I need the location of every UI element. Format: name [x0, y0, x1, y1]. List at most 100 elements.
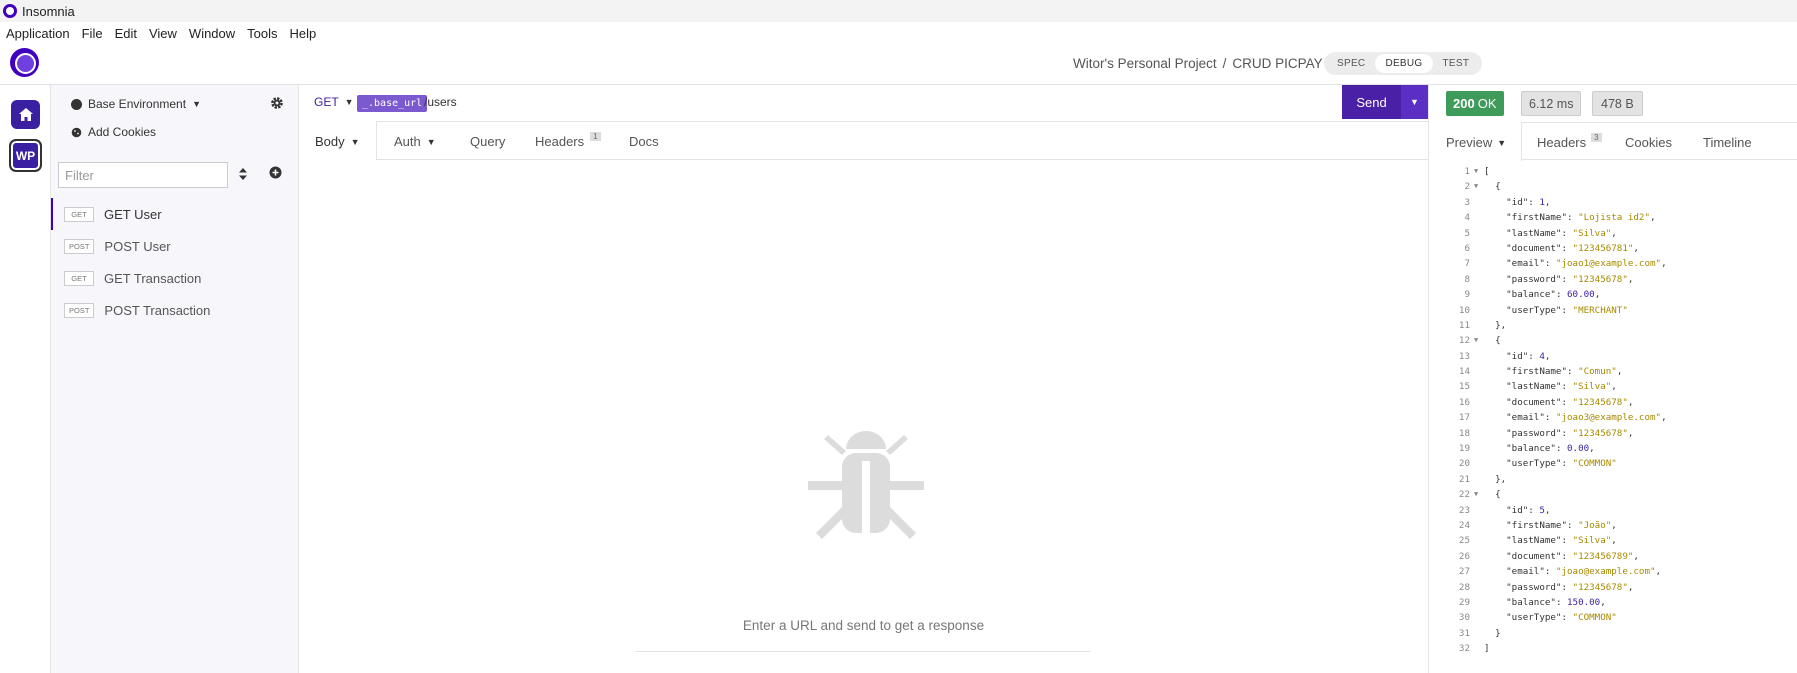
json-value: "MERCHANT": [1572, 304, 1628, 316]
response-body-viewer[interactable]: 1 ▼[2 ▼ {3 "id": 1, 4 "firstName": "Lojista…: [1429, 164, 1797, 664]
json-value: "COMMON": [1572, 458, 1617, 470]
json-property: "firstName": "Comun",: [1506, 366, 1623, 378]
code-line: 8 "password": "12345678",: [1429, 272, 1797, 287]
menu-application[interactable]: Application: [0, 26, 76, 41]
json-property: "lastName": "Silva",: [1506, 227, 1617, 239]
method-select[interactable]: GET ▼: [314, 95, 354, 109]
chevron-down-icon: ▼: [426, 136, 436, 147]
json-property: "lastName": "Silva",: [1506, 535, 1617, 547]
tab-query[interactable]: Query: [470, 134, 505, 149]
json-key: "document": [1506, 550, 1562, 562]
line-number: 16: [1458, 396, 1470, 408]
mode-debug[interactable]: DEBUG: [1375, 54, 1433, 73]
line-number: 12: [1458, 335, 1470, 347]
request-item-get-transaction[interactable]: GET GET Transaction: [51, 262, 298, 294]
filter-input[interactable]: [58, 162, 228, 188]
json-key: "id": [1506, 350, 1529, 362]
send-button[interactable]: Send: [1342, 85, 1401, 119]
chevron-down-icon: ▼: [350, 136, 360, 147]
fold-toggle-icon[interactable]: ▼: [1474, 179, 1484, 194]
cookie-icon: [71, 127, 82, 137]
add-cookies-label: Add Cookies: [88, 125, 157, 139]
menu-view[interactable]: View: [143, 26, 183, 41]
menu-window[interactable]: Window: [183, 26, 241, 41]
fold-gutter: [1474, 410, 1484, 425]
code-line: 15 "lastName": "Silva",: [1429, 379, 1797, 394]
json-bracket: {: [1484, 181, 1501, 193]
add-cookies-button[interactable]: Add Cookies: [71, 125, 156, 139]
line-number: 5: [1464, 227, 1470, 239]
json-bracket: },: [1484, 473, 1507, 485]
json-property: "userType": "COMMON": [1506, 612, 1617, 624]
fold-gutter: [1474, 318, 1484, 333]
json-key: "balance": [1506, 443, 1556, 455]
tab-cookies[interactable]: Cookies: [1625, 135, 1672, 150]
tab-response-headers[interactable]: Headers 3: [1537, 133, 1602, 150]
tab-timeline[interactable]: Timeline: [1703, 135, 1752, 150]
response-time-badge: 6.12 ms: [1521, 91, 1582, 116]
json-property: "password": "12345678",: [1506, 581, 1634, 593]
code-line: 11 },: [1429, 318, 1797, 333]
fold-gutter: [1474, 518, 1484, 533]
line-number: 11: [1458, 319, 1470, 331]
request-item-get-user[interactable]: GET GET User: [51, 198, 298, 230]
json-property: "userType": "COMMON": [1506, 458, 1617, 470]
code-line: 9 "balance": 60.00,: [1429, 287, 1797, 302]
json-key: "id": [1506, 196, 1529, 208]
tab-auth-label: Auth: [394, 134, 421, 149]
fold-gutter: [1474, 580, 1484, 595]
home-button[interactable]: [11, 100, 40, 129]
url-input[interactable]: /users: [424, 95, 457, 109]
json-value: "123456789": [1572, 550, 1634, 562]
method-badge: GET: [64, 206, 94, 222]
gear-icon[interactable]: [270, 96, 284, 110]
json-value: "Silva": [1572, 381, 1612, 393]
tab-body-label: Body: [315, 134, 345, 149]
environment-dot-icon: [71, 98, 82, 110]
menu-tools[interactable]: Tools: [241, 26, 283, 41]
tab-headers[interactable]: Headers 1: [535, 132, 601, 149]
tab-auth[interactable]: Auth ▼: [394, 134, 436, 149]
send-options-button[interactable]: ▼: [1401, 85, 1428, 119]
tab-body[interactable]: Body ▼: [315, 134, 360, 149]
json-value: "João": [1578, 519, 1612, 531]
json-value: 5: [1539, 504, 1545, 516]
json-value: 60.00: [1567, 289, 1595, 301]
mode-test[interactable]: TEST: [1433, 54, 1480, 73]
environment-label: Base Environment: [88, 97, 187, 111]
insomnia-logo-icon[interactable]: [10, 48, 39, 77]
sort-icon[interactable]: [238, 167, 248, 181]
json-property: "password": "12345678",: [1506, 427, 1634, 439]
workspace-button[interactable]: WP: [9, 139, 42, 172]
tab-preview[interactable]: Preview ▼: [1446, 135, 1506, 150]
code-line: 4 "firstName": "Lojista id2",: [1429, 210, 1797, 225]
fold-toggle-icon[interactable]: ▼: [1474, 164, 1484, 179]
menu-help[interactable]: Help: [284, 26, 323, 41]
json-key: "id": [1506, 504, 1529, 516]
fold-gutter: [1474, 441, 1484, 456]
menu-edit[interactable]: Edit: [109, 26, 143, 41]
chevron-down-icon: ▼: [192, 99, 201, 109]
chevron-down-icon: ▼: [1497, 137, 1507, 148]
breadcrumb-collection[interactable]: CRUD PICPAY: [1232, 56, 1322, 71]
request-item-post-user[interactable]: POST POST User: [51, 230, 298, 262]
fold-toggle-icon[interactable]: ▼: [1474, 487, 1484, 502]
json-key: "email": [1506, 258, 1545, 270]
divider: [636, 651, 1091, 652]
json-key: "document": [1506, 242, 1562, 254]
url-variable-tag[interactable]: _.base_url: [357, 95, 428, 112]
fold-gutter: [1474, 379, 1484, 394]
json-property: "balance": 60.00,: [1506, 289, 1601, 301]
fold-toggle-icon[interactable]: ▼: [1474, 333, 1484, 348]
tab-docs[interactable]: Docs: [629, 134, 659, 149]
breadcrumb-project[interactable]: Witor's Personal Project: [1073, 56, 1217, 71]
menu-file[interactable]: File: [76, 26, 109, 41]
request-item-post-transaction[interactable]: POST POST Transaction: [51, 294, 298, 326]
add-circle-icon[interactable]: [269, 166, 282, 179]
json-value: "COMMON": [1572, 612, 1617, 624]
line-number: 18: [1458, 427, 1470, 439]
environment-selector[interactable]: Base Environment ▼: [71, 97, 201, 111]
tab-response-headers-label: Headers: [1537, 135, 1587, 150]
line-number: 26: [1458, 550, 1470, 562]
mode-spec[interactable]: SPEC: [1327, 54, 1375, 73]
